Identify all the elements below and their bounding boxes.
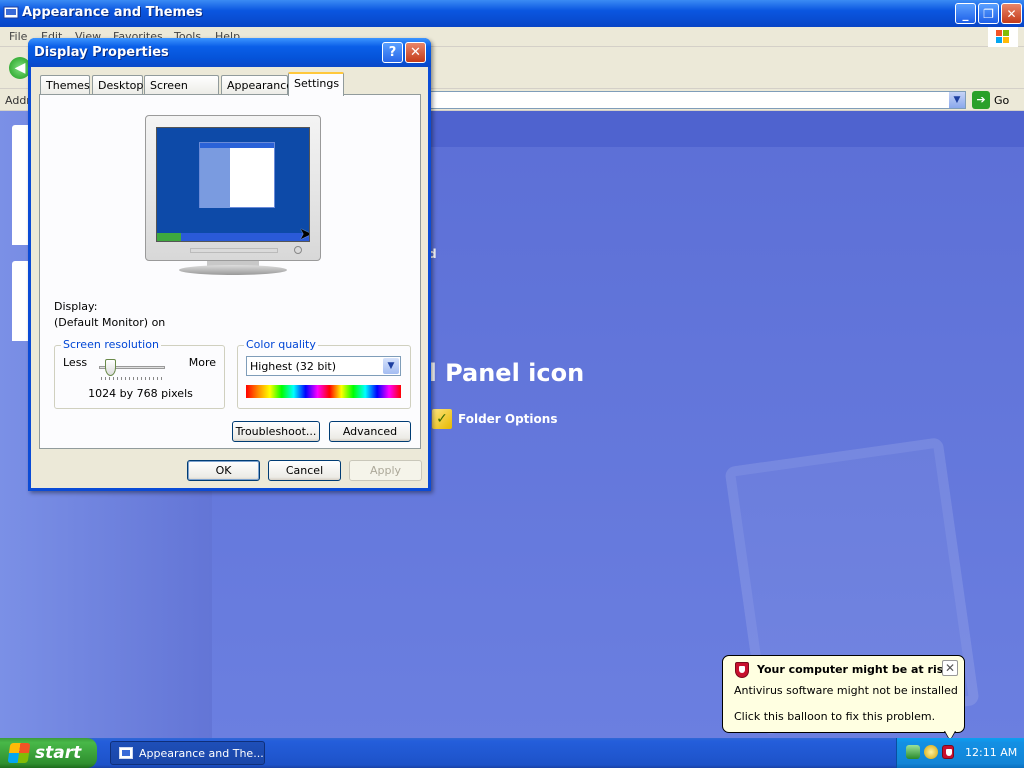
advanced-button[interactable]: Advanced	[329, 421, 411, 442]
ok-button[interactable]: OK	[187, 460, 260, 481]
network-icon[interactable]	[906, 745, 920, 759]
cancel-button[interactable]: Cancel	[268, 460, 341, 481]
resolution-value: 1024 by 768 pixels	[88, 387, 193, 400]
balloon-close-button[interactable]: ✕	[942, 660, 958, 676]
screen-resolution-group: Screen resolution Less More 1024 by 768 …	[54, 338, 225, 409]
color-quality-legend: Color quality	[244, 338, 318, 351]
help-button[interactable]: ?	[382, 42, 403, 63]
address-input[interactable]: ▼	[430, 91, 966, 109]
taskbar-item-appearance[interactable]: Appearance and The...	[110, 741, 265, 765]
control-panel-icon	[3, 5, 19, 21]
color-quality-value: Highest (32 bit)	[250, 360, 337, 373]
taskbar: start Appearance and The... 12:11 AM	[0, 738, 1024, 768]
resolution-less-label: Less	[63, 356, 88, 369]
tab-settings[interactable]: Settings	[288, 72, 344, 96]
resolution-slider-thumb[interactable]	[104, 359, 116, 376]
pick-icon-heading: ol Panel icon	[412, 359, 585, 387]
tab-screen-saver[interactable]: Screen Saver	[144, 75, 219, 105]
explorer-close-button[interactable]: ✕	[1001, 3, 1022, 24]
screen-resolution-legend: Screen resolution	[61, 338, 161, 351]
chevron-down-icon[interactable]: ▼	[949, 92, 965, 108]
monitor-base	[179, 265, 287, 275]
minimize-button[interactable]: _	[955, 3, 976, 24]
tab-appearance[interactable]: Appearance	[221, 75, 293, 95]
monitor-preview: ➤	[145, 115, 321, 275]
monitor-bezel-bar	[190, 248, 278, 253]
restore-button[interactable]: ❐	[978, 3, 999, 24]
start-label: start	[35, 743, 82, 763]
control-panel-small-icon	[119, 747, 133, 759]
go-button[interactable]: ➔ Go	[972, 91, 1009, 109]
display-label: Display:	[54, 300, 98, 313]
dialog-titlebar[interactable]: Display Properties ? ✕	[28, 38, 431, 67]
color-spectrum-bar	[246, 385, 401, 398]
troubleshoot-button[interactable]: Troubleshoot...	[232, 421, 320, 442]
windows-flag-icon	[988, 27, 1018, 47]
security-shield-icon	[735, 662, 749, 678]
balloon-message: Antivirus software might not be installe…	[734, 684, 958, 697]
display-properties-dialog: Display Properties ? ✕ Themes Desktop Sc…	[28, 38, 431, 491]
taskbar-item-label: Appearance and The...	[139, 746, 264, 760]
windows-logo-icon	[7, 743, 31, 763]
go-label: Go	[994, 93, 1010, 107]
monitor-bezel: ➤	[145, 115, 321, 261]
start-button[interactable]: start	[0, 738, 97, 768]
system-tray: 12:11 AM	[896, 738, 1024, 768]
dialog-title: Display Properties	[34, 45, 169, 60]
dialog-close-button[interactable]: ✕	[405, 42, 426, 63]
tab-desktop[interactable]: Desktop	[92, 75, 143, 95]
resolution-slider-ticks	[101, 377, 165, 380]
security-balloon[interactable]: Your computer might be at risk ✕ Antivir…	[722, 655, 965, 733]
clock: 12:11 AM	[965, 746, 1018, 759]
display-value: (Default Monitor) on	[54, 316, 166, 329]
preview-taskbar	[157, 233, 309, 241]
go-arrow-icon: ➔	[972, 91, 990, 109]
monitor-screen: ➤	[156, 127, 310, 242]
folder-options-icon: ✓	[432, 409, 452, 429]
preview-window	[199, 142, 275, 208]
balloon-instruction: Click this balloon to fix this problem.	[734, 710, 936, 723]
settings-panel: ➤ Display: (Default Monitor) on Screen r…	[39, 94, 421, 449]
menu-file[interactable]: File	[9, 30, 27, 43]
power-button-icon	[294, 246, 302, 254]
windows-update-icon[interactable]	[924, 745, 938, 759]
balloon-title: Your computer might be at risk	[757, 663, 951, 676]
cursor-icon: ➤	[299, 224, 309, 241]
folder-options-label: Folder Options	[458, 412, 558, 426]
apply-button[interactable]: Apply	[349, 460, 422, 481]
color-quality-select[interactable]: Highest (32 bit) ▼	[246, 356, 401, 376]
tab-themes[interactable]: Themes	[40, 75, 90, 95]
explorer-title: Appearance and Themes	[22, 5, 203, 20]
explorer-titlebar[interactable]: Appearance and Themes _ ❐ ✕	[0, 0, 1024, 27]
chevron-down-icon[interactable]: ▼	[383, 358, 399, 374]
resolution-more-label: More	[188, 356, 216, 369]
security-center-shield-icon[interactable]	[942, 745, 954, 759]
folder-options-link[interactable]: ✓ Folder Options	[432, 409, 557, 429]
color-quality-group: Color quality Highest (32 bit) ▼	[237, 338, 411, 409]
